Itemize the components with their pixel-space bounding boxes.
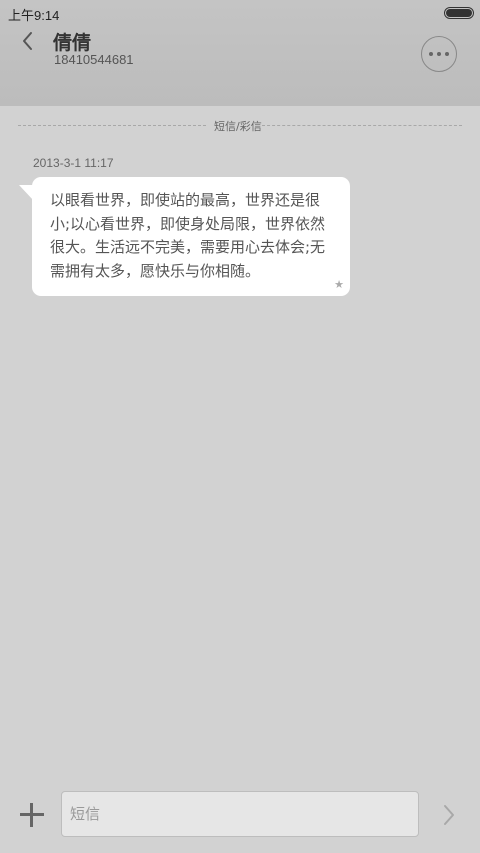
back-button[interactable] <box>16 28 42 54</box>
divider-line <box>262 125 462 126</box>
contact-name: 倩倩 <box>53 32 92 54</box>
star-icon: ★ <box>334 278 344 291</box>
conversation-header: 上午9:14 倩倩 18410544681 <box>0 0 480 106</box>
chevron-right-icon <box>444 805 454 825</box>
divider-label: 短信/彩信 <box>214 120 262 133</box>
message-timestamp: 2013-3-1 11:17 <box>33 156 114 170</box>
more-horizontal-icon <box>445 52 449 56</box>
status-bar: 上午9:14 <box>0 0 480 26</box>
message-text: 以眼看世界，即使站的最高，世界还是很小;以心看世界，即使身处局限，世界依然很大。… <box>50 191 326 280</box>
more-horizontal-icon <box>429 52 433 56</box>
divider-line <box>18 125 206 126</box>
send-button[interactable] <box>438 802 460 828</box>
add-attachment-button[interactable] <box>20 803 44 827</box>
message-bubble[interactable]: 以眼看世界，即使站的最高，世界还是很小;以心看世界，即使身处局限，世界依然很大。… <box>32 177 350 296</box>
message-input[interactable] <box>61 791 419 837</box>
more-horizontal-icon <box>437 52 441 56</box>
chevron-left-icon <box>23 32 32 50</box>
message-type-divider: 短信/彩信 <box>18 117 462 135</box>
battery-level <box>446 9 472 17</box>
battery-icon <box>444 7 474 19</box>
status-time: 上午9:14 <box>8 8 60 23</box>
contact-number: 18410544681 <box>54 52 134 67</box>
more-options-button[interactable] <box>421 36 457 72</box>
